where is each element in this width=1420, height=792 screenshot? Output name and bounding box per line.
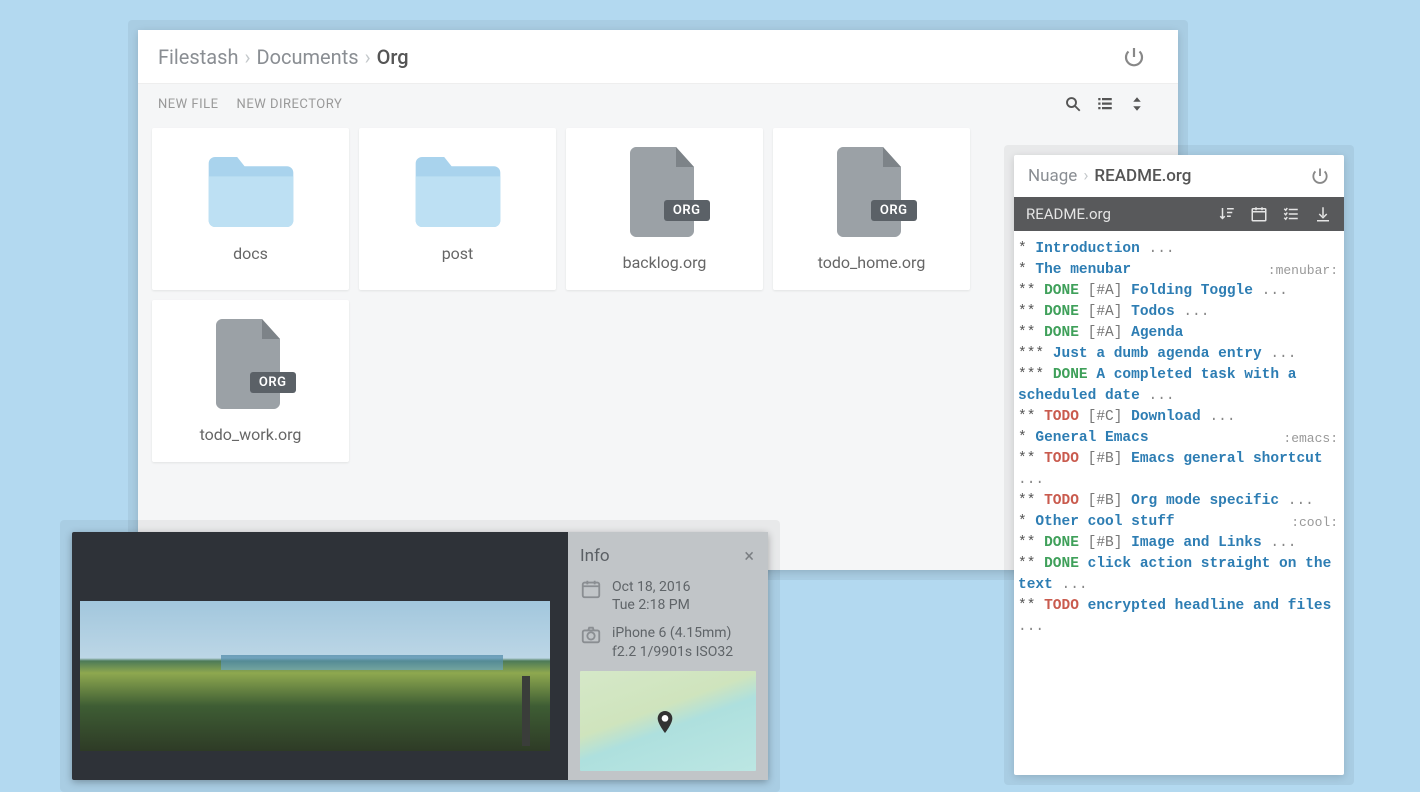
calendar-icon (580, 578, 602, 600)
chevron-right-icon: › (1083, 166, 1088, 186)
new-directory-button[interactable]: NEW DIRECTORY (237, 97, 343, 112)
checklist-icon[interactable] (1282, 205, 1300, 223)
file-tile[interactable]: ORG todo_home.org (773, 128, 970, 290)
org-headline[interactable]: ** TODO [#B] Emacs general shortcut ... (1018, 449, 1340, 491)
org-headline[interactable]: *** Just a dumb agenda entry ... (1018, 344, 1340, 365)
photo-camera: iPhone 6 (4.15mm) (612, 624, 733, 642)
org-badge: ORG (664, 200, 710, 221)
editor-tabbar: README.org (1014, 197, 1344, 231)
tile-label: todo_work.org (200, 425, 302, 444)
file-icon (216, 319, 286, 409)
org-badge: ORG (250, 372, 296, 393)
calendar-icon[interactable] (1250, 205, 1268, 223)
org-headline[interactable]: *** DONE A completed task with a schedul… (1018, 365, 1340, 407)
power-icon[interactable] (1122, 45, 1146, 69)
folder-icon (412, 156, 504, 228)
folder-tile[interactable]: docs (152, 128, 349, 290)
download-icon[interactable] (1314, 205, 1332, 223)
filebrowser-toolbar: NEW FILE NEW DIRECTORY (138, 84, 1178, 118)
org-headline[interactable]: * Other cool stuff:cool: (1018, 512, 1340, 533)
chevron-right-icon: › (365, 45, 371, 69)
editor-window: Nuage › README.org README.org * Introduc… (1014, 155, 1344, 775)
file-icon (837, 147, 907, 237)
panorama-image[interactable] (80, 601, 550, 751)
org-headline[interactable]: ** DONE [#B] Image and Links ... (1018, 533, 1340, 554)
photo-exposure: f2.2 1/9901s ISO32 (612, 643, 733, 661)
org-headline[interactable]: * General Emacs:emacs: (1018, 428, 1340, 449)
org-badge: ORG (871, 200, 917, 221)
photo-window: Info × Oct 18, 2016 Tue 2:18 PM iPhone 6… (72, 532, 768, 780)
org-headline[interactable]: * The menubar:menubar: (1018, 260, 1340, 281)
list-view-icon[interactable] (1096, 95, 1114, 113)
breadcrumb-item[interactable]: Nuage (1028, 166, 1077, 186)
close-icon[interactable]: × (744, 546, 754, 567)
tile-label: docs (233, 244, 268, 263)
breadcrumb-item-current: README.org (1094, 166, 1191, 186)
tile-label: backlog.org (623, 253, 707, 272)
file-tile[interactable]: ORG todo_work.org (152, 300, 349, 462)
sort-desc-icon[interactable] (1218, 205, 1236, 223)
editor-header: Nuage › README.org (1014, 155, 1344, 197)
folder-icon (205, 156, 297, 228)
tab-filename[interactable]: README.org (1026, 205, 1111, 223)
breadcrumb-item-current: Org (377, 45, 409, 69)
sort-icon[interactable] (1128, 95, 1146, 113)
org-headline[interactable]: * Introduction ... (1018, 239, 1340, 260)
new-file-button[interactable]: NEW FILE (158, 97, 219, 112)
photo-area (72, 532, 568, 780)
power-icon[interactable] (1310, 166, 1330, 186)
map-pin-icon (657, 711, 673, 735)
tile-label: post (442, 244, 474, 263)
editor-window-shadow: Nuage › README.org README.org * Introduc… (1004, 145, 1354, 785)
folder-tile[interactable]: post (359, 128, 556, 290)
file-tile[interactable]: ORG backlog.org (566, 128, 763, 290)
org-headline[interactable]: ** DONE [#A] Todos ... (1018, 302, 1340, 323)
org-headline[interactable]: ** DONE click action straight on the tex… (1018, 554, 1340, 596)
mini-map[interactable] (580, 671, 756, 771)
breadcrumb: Nuage › README.org (1028, 166, 1191, 186)
org-headline[interactable]: ** DONE [#A] Agenda (1018, 323, 1340, 344)
photo-window-shadow: Info × Oct 18, 2016 Tue 2:18 PM iPhone 6… (60, 520, 780, 792)
info-pane: Info × Oct 18, 2016 Tue 2:18 PM iPhone 6… (568, 532, 768, 780)
file-icon (630, 147, 700, 237)
photo-time: Tue 2:18 PM (612, 596, 690, 614)
filebrowser-header: Filestash › Documents › Org (138, 30, 1178, 84)
org-headline[interactable]: ** TODO [#C] Download ... (1018, 407, 1340, 428)
search-icon[interactable] (1064, 95, 1082, 113)
breadcrumb: Filestash › Documents › Org (158, 45, 409, 69)
chevron-right-icon: › (244, 45, 250, 69)
breadcrumb-item[interactable]: Documents (256, 45, 358, 69)
org-headline[interactable]: ** TODO encrypted headline and files ... (1018, 596, 1340, 638)
breadcrumb-item[interactable]: Filestash (158, 45, 238, 69)
camera-icon (580, 624, 602, 646)
info-title: Info (580, 546, 756, 566)
photo-date: Oct 18, 2016 (612, 578, 690, 596)
editor-body[interactable]: * Introduction ...* The menubar:menubar:… (1014, 231, 1344, 775)
org-headline[interactable]: ** DONE [#A] Folding Toggle ... (1018, 281, 1340, 302)
org-headline[interactable]: ** TODO [#B] Org mode specific ... (1018, 491, 1340, 512)
tile-label: todo_home.org (818, 253, 926, 272)
